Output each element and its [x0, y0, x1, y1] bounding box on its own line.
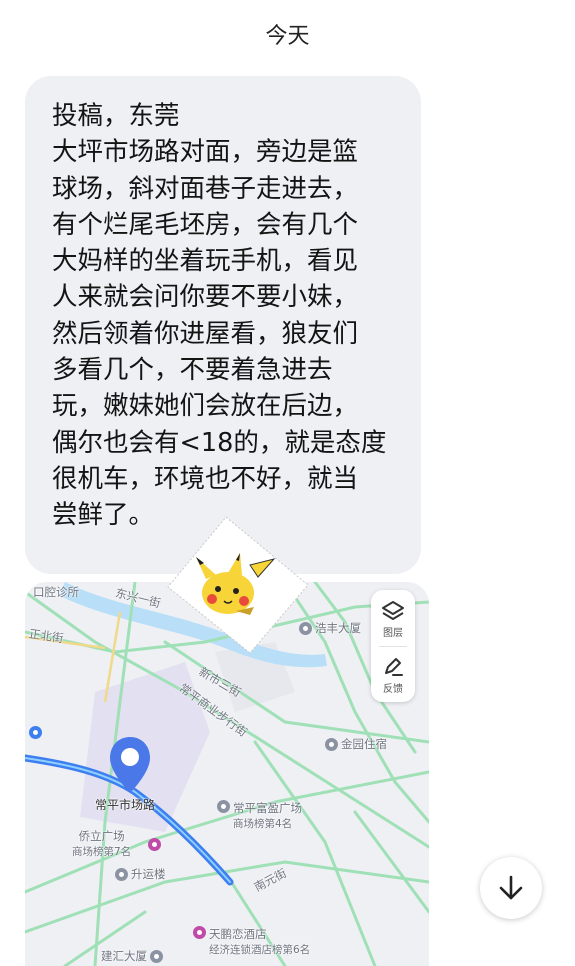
message-line: 偶尔也会有<18的，就是态度 [52, 427, 387, 458]
date-header: 今天 [265, 24, 310, 49]
message-line: 大坪市场路对面，旁边是篮 [52, 137, 359, 168]
poi-rank: 商场榜第7名 [72, 846, 132, 858]
location-icon [150, 949, 163, 963]
poi-hotel[interactable]: 天鹏恋酒店 经济连锁酒店榜第6名 [193, 926, 310, 957]
message-line: 有个烂尾毛坯房，会有几个 [52, 209, 359, 240]
pikachu-sticker [167, 516, 309, 654]
poi-rank: 经济连锁酒店榜第6名 [209, 944, 311, 956]
layers-icon [382, 600, 404, 620]
poi-label: 建汇大厦 [101, 949, 147, 963]
poi-jianhui[interactable]: 建汇大厦 [101, 948, 163, 964]
message-line: 人来就会问你要不要小妹， [52, 282, 359, 313]
feedback-button[interactable]: 反馈 [371, 648, 415, 702]
poi-qiaoli[interactable]: 侨立广场 商场榜第7名 [72, 828, 131, 859]
poi-label: 升运楼 [131, 867, 166, 881]
map-tools-panel: 图层 反馈 [371, 590, 415, 702]
poi-fuying[interactable]: 常平富盈广场 商场榜第4名 [217, 800, 302, 831]
message-bubble[interactable]: 投稿，东莞 大坪市场路对面，旁边是篮 球场，斜对面巷子走进去， 有个烂尾毛坯房，… [25, 76, 421, 574]
layers-label: 图层 [383, 627, 403, 639]
poi-rank: 商场榜第4名 [233, 818, 293, 830]
feedback-label: 反馈 [383, 683, 403, 695]
poi-label: 侨立广场 [78, 829, 125, 843]
mall-icon [148, 838, 161, 851]
location-pin-icon[interactable] [108, 735, 152, 795]
message-line: 玩，嫩妹她们会放在后边， [52, 391, 359, 422]
poi-label: 浩丰大厦 [315, 621, 361, 635]
hotel-icon [193, 926, 206, 939]
tool-divider [379, 646, 407, 647]
message-line: 投稿，东莞 [52, 101, 180, 131]
poi-label: 天鹏恋酒店 [209, 927, 267, 941]
location-icon [115, 867, 128, 881]
arrow-down-icon [499, 875, 523, 900]
message-line: 多看几个，不要着急进去 [52, 355, 333, 386]
pin-label: 常平市场路 [95, 798, 156, 812]
message-line: 大妈样的坐着玩手机，看见 [52, 246, 359, 277]
poi-jinyuan[interactable]: 金园住宿 [325, 736, 387, 752]
poi-label: 常平富盈广场 [233, 801, 302, 815]
message-line: 然后领着你进屋看，狼友们 [52, 318, 359, 349]
location-icon [325, 737, 338, 751]
poi-shengyun[interactable]: 升运楼 [115, 866, 166, 882]
location-icon [29, 726, 42, 739]
layers-button[interactable]: 图层 [371, 592, 415, 646]
location-icon [217, 800, 230, 813]
map-label-clinic: 口腔诊所 [33, 585, 79, 599]
message-line: 很机车，环境也不好，就当 [52, 463, 359, 494]
pen-icon [385, 657, 403, 676]
message-line: 球场，斜对面巷子走进去， [52, 173, 359, 204]
poi-label: 金园住宿 [341, 737, 387, 751]
scroll-to-bottom-button[interactable] [480, 857, 542, 919]
